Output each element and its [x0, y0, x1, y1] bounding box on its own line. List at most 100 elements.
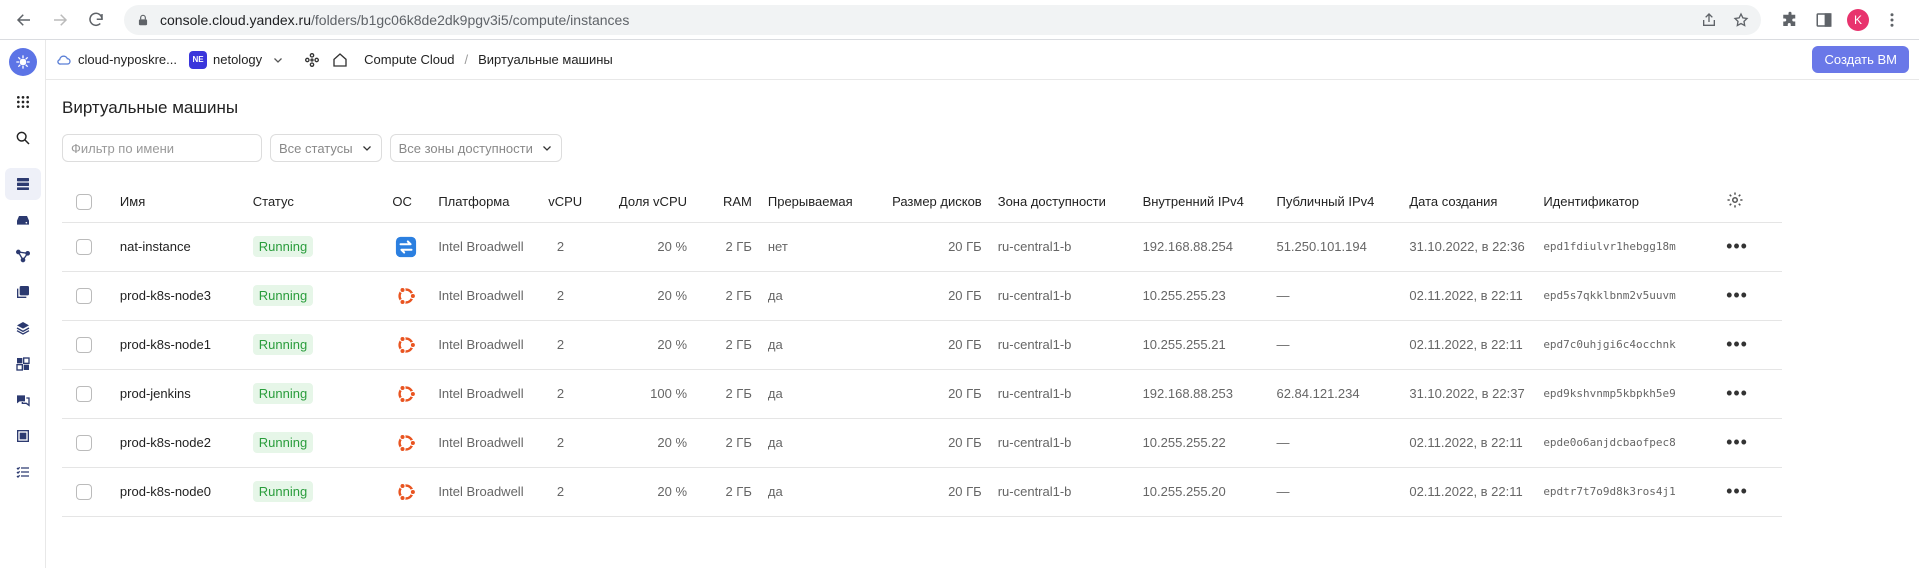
chevron-down-icon[interactable]: [272, 54, 284, 66]
vm-vcpu: 2: [548, 467, 591, 517]
table-row[interactable]: prod-k8s-node0 Running Intel Broadwell 2…: [62, 467, 1782, 517]
services-graph-icon[interactable]: [304, 52, 320, 68]
col-os[interactable]: ОС: [384, 182, 431, 223]
row-checkbox[interactable]: [76, 287, 92, 304]
col-ram[interactable]: RAM: [695, 182, 760, 223]
vm-preemptible: да: [759, 418, 870, 468]
table-header-row: Имя Статус ОС Платформа vCPU Доля vCPU R…: [62, 182, 1782, 223]
dedicated-hosts-icon[interactable]: [5, 420, 41, 452]
placement-groups-icon[interactable]: [5, 240, 41, 272]
vm-zone: ru-central1-b: [989, 467, 1135, 517]
select-all-checkbox[interactable]: [76, 194, 92, 211]
row-checkbox[interactable]: [76, 238, 92, 255]
more-actions-icon[interactable]: •••: [1726, 285, 1748, 305]
operations-list-icon[interactable]: [5, 456, 41, 488]
table-row[interactable]: prod-k8s-node3 Running Intel Broadwell 2…: [62, 271, 1782, 321]
vm-platform: Intel Broadwell: [430, 467, 549, 517]
images-icon[interactable]: [5, 312, 41, 344]
search-icon[interactable]: [5, 122, 41, 154]
name-filter-input[interactable]: Фильтр по имени: [62, 134, 262, 162]
col-vcpu-share[interactable]: Доля vCPU: [590, 182, 696, 223]
col-preemptible[interactable]: Прерываемая: [759, 182, 870, 223]
vm-vcpu-share: 20 %: [590, 467, 696, 517]
vm-public-ip: 51.250.101.194: [1268, 222, 1402, 272]
all-services-icon[interactable]: [5, 86, 41, 118]
col-public-ip[interactable]: Публичный IPv4: [1268, 182, 1402, 223]
url-text: console.cloud.yandex.ru/folders/b1gc06k8…: [160, 11, 630, 28]
vm-internal-ip: 10.255.255.21: [1134, 320, 1269, 370]
vm-preemptible: да: [759, 369, 870, 419]
virtual-machines-icon[interactable]: [4, 168, 41, 200]
status-filter-select[interactable]: Все статусы: [270, 134, 382, 162]
vm-id: epde0o6anjdcbaofpec8: [1535, 418, 1719, 468]
vm-name[interactable]: prod-k8s-node1: [111, 320, 245, 370]
col-platform[interactable]: Платформа: [430, 182, 549, 223]
vm-name[interactable]: prod-jenkins: [111, 369, 245, 419]
more-actions-icon[interactable]: •••: [1726, 334, 1748, 354]
row-checkbox[interactable]: [76, 434, 92, 451]
col-status[interactable]: Статус: [244, 182, 385, 223]
breadcrumb-separator: /: [464, 52, 469, 67]
cloud-selector[interactable]: cloud-nyposkre...: [78, 52, 177, 67]
status-filter-label: Все статусы: [279, 140, 353, 156]
vm-vcpu-share: 100 %: [590, 369, 696, 419]
cloud-icon: [57, 55, 71, 65]
breadcrumb-service[interactable]: Compute Cloud: [364, 52, 454, 67]
home-icon[interactable]: [332, 52, 348, 68]
row-checkbox[interactable]: [76, 483, 92, 500]
profile-avatar[interactable]: K: [1847, 8, 1869, 31]
table-row[interactable]: nat-instance Running Intel Broadwell 2 2…: [62, 222, 1782, 272]
address-bar[interactable]: console.cloud.yandex.ru/folders/b1gc06k8…: [124, 4, 1761, 35]
vm-name[interactable]: prod-k8s-node0: [111, 467, 245, 517]
more-actions-icon[interactable]: •••: [1726, 236, 1748, 256]
reload-icon[interactable]: [82, 6, 110, 34]
col-created[interactable]: Дата создания: [1401, 182, 1536, 223]
table-row[interactable]: prod-k8s-node1 Running Intel Broadwell 2…: [62, 320, 1782, 370]
snapshots-icon[interactable]: [5, 276, 41, 308]
col-name[interactable]: Имя: [111, 182, 245, 223]
more-vert-icon[interactable]: [1883, 11, 1901, 29]
col-vcpu[interactable]: vCPU: [548, 182, 591, 223]
page-title: Виртуальные машины: [62, 98, 239, 117]
vm-created: 02.11.2022, в 22:11: [1401, 467, 1536, 517]
more-actions-icon[interactable]: •••: [1726, 432, 1748, 452]
col-internal-ip[interactable]: Внутренний IPv4: [1134, 182, 1269, 223]
yandex-cloud-logo-icon[interactable]: [8, 48, 37, 76]
vm-name[interactable]: prod-k8s-node2: [111, 418, 245, 468]
col-disk-size[interactable]: Размер дисков: [869, 182, 990, 223]
nat-instance-icon: [392, 233, 420, 261]
bookmark-star-icon[interactable]: [1733, 11, 1749, 28]
create-vm-button[interactable]: Создать ВМ: [1812, 46, 1909, 73]
share-icon[interactable]: [1701, 12, 1717, 28]
instance-groups-icon[interactable]: [5, 348, 41, 380]
vm-internal-ip: 10.255.255.22: [1134, 418, 1269, 468]
col-zone[interactable]: Зона доступности: [989, 182, 1135, 223]
extensions-icon[interactable]: [1781, 11, 1799, 29]
row-checkbox[interactable]: [76, 385, 92, 402]
more-actions-icon[interactable]: •••: [1726, 383, 1748, 403]
vm-platform: Intel Broadwell: [430, 271, 549, 321]
zone-filter-select[interactable]: Все зоны доступности: [389, 134, 562, 162]
vm-public-ip: —: [1268, 320, 1402, 370]
vm-internal-ip: 10.255.255.23: [1134, 271, 1269, 321]
table-row[interactable]: prod-k8s-node2 Running Intel Broadwell 2…: [62, 418, 1782, 468]
table-settings-gear-icon[interactable]: [1726, 191, 1744, 209]
disks-icon[interactable]: [5, 204, 41, 236]
vm-vcpu-share: 20 %: [590, 222, 696, 272]
vm-name[interactable]: prod-k8s-node3: [111, 271, 245, 321]
serial-console-icon[interactable]: [5, 384, 41, 416]
folder-selector[interactable]: netology: [213, 52, 262, 67]
vm-created: 02.11.2022, в 22:11: [1401, 271, 1536, 321]
more-actions-icon[interactable]: •••: [1726, 481, 1748, 501]
vm-public-ip: —: [1268, 418, 1402, 468]
forward-icon[interactable]: [46, 6, 74, 34]
row-checkbox[interactable]: [76, 336, 92, 353]
side-panel-icon[interactable]: [1815, 11, 1833, 29]
back-icon[interactable]: [10, 6, 38, 34]
table-row[interactable]: prod-jenkins Running Intel Broadwell 2 1…: [62, 369, 1782, 419]
col-id[interactable]: Идентификатор: [1535, 182, 1719, 223]
vm-name[interactable]: nat-instance: [111, 222, 245, 272]
vm-vcpu-share: 20 %: [590, 320, 696, 370]
vm-ram: 2 ГБ: [695, 467, 760, 517]
vm-ram: 2 ГБ: [695, 222, 760, 272]
